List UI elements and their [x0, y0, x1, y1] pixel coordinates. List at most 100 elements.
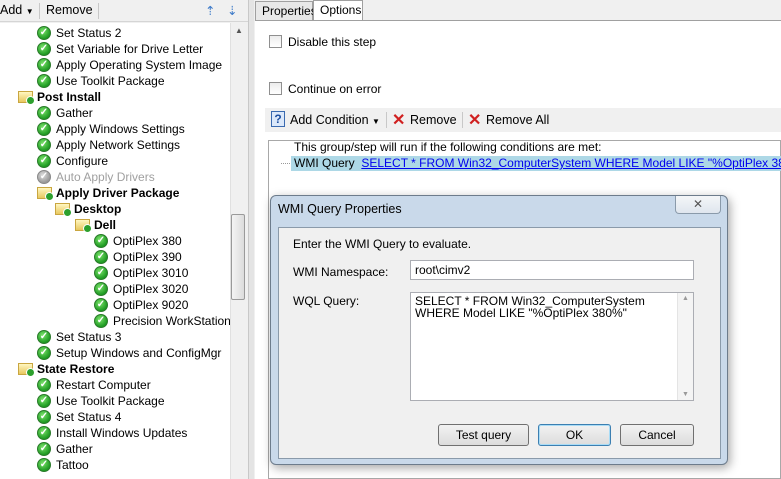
tree-item[interactable]: State Restore: [18, 361, 114, 377]
tree-item[interactable]: ✓ Setup Windows and ConfigMgr: [37, 345, 221, 361]
help-condition-icon: ?: [271, 111, 285, 127]
step-check-icon: ✓: [37, 425, 51, 440]
tree-item-label: OptiPlex 390: [113, 250, 182, 264]
tree-item[interactable]: ✓ Gather: [37, 441, 93, 457]
tree-item[interactable]: Post Install: [18, 89, 101, 105]
tree-item[interactable]: ✓ Tattoo: [37, 457, 89, 473]
step-check-icon: ✓: [94, 281, 108, 296]
tree-item-label: Set Status 2: [56, 26, 122, 40]
remove-all-button[interactable]: Remove All: [486, 113, 549, 127]
tree-item[interactable]: Desktop: [55, 201, 121, 217]
tree-item-label: OptiPlex 3020: [113, 282, 189, 296]
tree-item[interactable]: ✓ Configure: [37, 153, 108, 169]
step-check-icon: ✓: [37, 457, 51, 472]
namespace-label: WMI Namespace:: [293, 265, 389, 279]
tree-item[interactable]: ✓ Use Toolkit Package: [37, 73, 165, 89]
step-check-icon: ✓: [37, 153, 51, 168]
ok-button[interactable]: OK: [538, 424, 611, 446]
tree-item[interactable]: ✓ Precision WorkStation T: [94, 313, 230, 329]
move-up-icon[interactable]: ⇡: [205, 3, 215, 18]
step-check-icon: ✓: [37, 57, 51, 72]
conditions-header: This group/step will run if the followin…: [294, 140, 602, 154]
tree-item-label: Install Windows Updates: [56, 426, 188, 440]
tree-item[interactable]: ✓ Set Variable for Drive Letter: [37, 41, 203, 57]
tree-item[interactable]: ✓ Set Status 4: [37, 409, 121, 425]
scrollbar-thumb[interactable]: [231, 214, 245, 300]
tree-item[interactable]: ✓ Set Status 3: [37, 329, 121, 345]
tab-properties[interactable]: Properties: [255, 1, 317, 20]
tree-item[interactable]: ✓ OptiPlex 9020: [94, 297, 188, 313]
move-down-icon[interactable]: ⇣: [227, 3, 237, 18]
tree-item-label: Use Toolkit Package: [56, 394, 165, 408]
tree-item-label: Apply Driver Package: [56, 186, 180, 200]
remove-step-button[interactable]: Remove: [46, 3, 93, 17]
tree-item-label: Precision WorkStation T: [113, 314, 230, 328]
tree-item-label: Gather: [56, 442, 93, 456]
tree-item[interactable]: Apply Driver Package: [37, 185, 179, 201]
step-check-icon: ✓: [37, 329, 51, 344]
task-sequence-tree[interactable]: ✓ Set Status 2 ✓ Set Variable for Drive Let…: [0, 23, 230, 479]
tree-item-label: Gather: [56, 106, 93, 120]
tree-item[interactable]: ✓ OptiPlex 3020: [94, 281, 188, 297]
tree-item-label: Tattoo: [56, 458, 89, 472]
group-folder-icon: [37, 186, 54, 201]
tree-item-label: Apply Network Settings: [56, 138, 181, 152]
tree-item-label: State Restore: [37, 362, 115, 376]
tree-item-label: Dell: [94, 218, 117, 232]
tree-item-label: Post Install: [37, 90, 102, 104]
remove-condition-button[interactable]: Remove: [410, 113, 457, 127]
condition-value-link[interactable]: SELECT * FROM Win32_ComputerSystem WHERE…: [361, 156, 781, 170]
tree-item-label: Desktop: [74, 202, 122, 216]
tree-item[interactable]: ✓ Apply Operating System Image: [37, 57, 222, 73]
tree-item[interactable]: ✓ Set Status 2: [37, 25, 121, 41]
scroll-up-icon[interactable]: ▲: [682, 295, 689, 302]
query-label[interactable]: WQL Query:: [293, 294, 359, 308]
tree-item[interactable]: ✓ OptiPlex 3010: [94, 265, 188, 281]
close-icon: ✕: [692, 197, 704, 211]
tab-options[interactable]: Options: [313, 0, 363, 21]
step-check-icon: ✓: [94, 265, 108, 280]
namespace-input[interactable]: root\cimv2: [410, 260, 694, 280]
query-textarea[interactable]: SELECT * FROM Win32_ComputerSystem WHERE…: [410, 292, 694, 401]
tree-item[interactable]: ✓ Restart Computer: [37, 377, 151, 393]
tree-item[interactable]: Dell: [75, 217, 116, 233]
add-label: Add: [0, 3, 23, 17]
tree-item[interactable]: ✓ Apply Windows Settings: [37, 121, 185, 137]
scroll-down-icon[interactable]: ▼: [682, 391, 689, 398]
dialog-title: WMI Query Properties: [278, 202, 402, 216]
tree-item[interactable]: ✓ Use Toolkit Package: [37, 393, 165, 409]
add-button[interactable]: Add ▼: [0, 3, 34, 17]
close-button[interactable]: ✕: [675, 196, 721, 214]
disable-step-checkbox[interactable]: [269, 35, 282, 48]
step-check-icon: ✓: [37, 345, 51, 360]
tree-item-label: Configure: [56, 154, 109, 168]
step-check-icon: ✓: [37, 137, 51, 152]
tree-item-label: OptiPlex 380: [113, 234, 182, 248]
group-folder-icon: [75, 218, 92, 233]
tree-item-label: OptiPlex 9020: [113, 298, 189, 312]
add-condition-button[interactable]: Add Condition ▼: [290, 113, 380, 127]
query-scrollbar[interactable]: ▲ ▼: [677, 293, 693, 400]
dialog-body: Enter the WMI Query to evaluate. WMI Nam…: [278, 227, 721, 459]
tree-item[interactable]: ✓ Auto Apply Drivers: [37, 169, 155, 185]
continue-on-error-checkbox[interactable]: [269, 82, 282, 95]
tree-item[interactable]: ✓ Gather: [37, 105, 93, 121]
step-check-icon: ✓: [37, 25, 51, 40]
tree-item[interactable]: ✓ OptiPlex 390: [94, 249, 182, 265]
tree-item[interactable]: ✓ OptiPlex 380: [94, 233, 182, 249]
step-check-icon: ✓: [37, 121, 51, 136]
tree-item-label: Use Toolkit Package: [56, 74, 165, 88]
cancel-button[interactable]: Cancel: [620, 424, 694, 446]
condition-type: WMI Query: [294, 156, 355, 170]
splitter[interactable]: [248, 0, 254, 479]
tree-item-label: Setup Windows and ConfigMgr: [56, 346, 222, 360]
condition-item-wmi-query[interactable]: WMI Query SELECT * FROM Win32_ComputerSy…: [291, 156, 781, 171]
tree-item[interactable]: ✓ Apply Network Settings: [37, 137, 180, 153]
scroll-up-icon[interactable]: ▲: [235, 26, 243, 35]
step-check-icon: ✓: [37, 105, 51, 120]
test-query-button[interactable]: Test query: [438, 424, 529, 446]
group-folder-icon: [18, 362, 35, 377]
tree-item-label: Restart Computer: [56, 378, 151, 392]
step-check-icon: ✓: [94, 249, 108, 264]
tree-item[interactable]: ✓ Install Windows Updates: [37, 425, 187, 441]
